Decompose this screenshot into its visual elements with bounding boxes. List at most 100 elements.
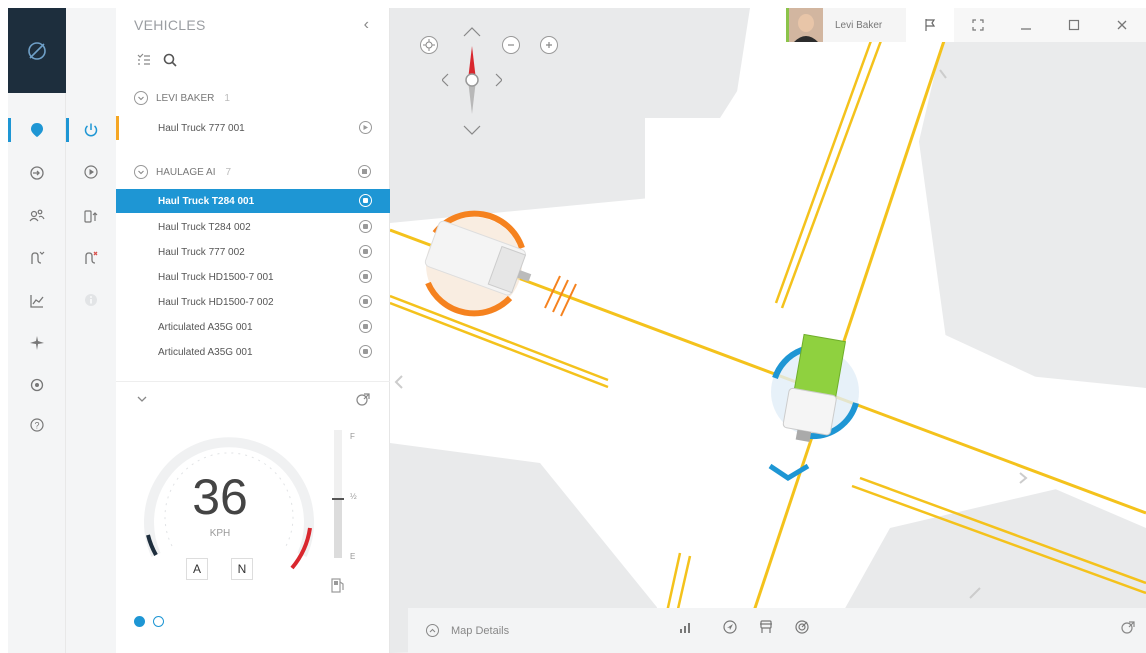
plus-icon bbox=[546, 42, 552, 48]
vehicle-name: Haul Truck T284 002 bbox=[158, 221, 251, 233]
speedometer-toggle[interactable] bbox=[136, 391, 148, 407]
vehicle-name: Articulated A35G 001 bbox=[158, 346, 253, 358]
signal-button[interactable] bbox=[676, 617, 696, 637]
locate-button[interactable] bbox=[420, 36, 438, 54]
pan-up-icon bbox=[463, 27, 481, 37]
compass-rose[interactable] bbox=[442, 22, 502, 142]
chevron-down-icon bbox=[134, 91, 148, 105]
main-nav-rail: ? bbox=[8, 8, 66, 653]
zoom-in-button[interactable] bbox=[540, 36, 558, 54]
pause-icon bbox=[363, 299, 368, 304]
panel-divider bbox=[116, 381, 390, 382]
app-logo bbox=[8, 8, 66, 93]
rail-item-route[interactable] bbox=[8, 243, 66, 273]
vehicle-name: Articulated A35G 001 bbox=[158, 321, 253, 333]
pause-state-button[interactable] bbox=[359, 245, 372, 258]
zoom-out-button[interactable] bbox=[502, 36, 520, 54]
maximize-icon[interactable] bbox=[1068, 19, 1080, 31]
rail-item-users[interactable] bbox=[8, 201, 66, 231]
group-header-haulage-ai[interactable]: HAULAGE AI 7 bbox=[134, 162, 231, 182]
mode-auto-button[interactable]: A bbox=[186, 558, 208, 580]
vehicle-row[interactable]: Haul Truck 777 002 bbox=[116, 240, 390, 264]
info-button[interactable] bbox=[66, 285, 116, 315]
power-icon bbox=[84, 123, 98, 137]
fuel-empty-label: E bbox=[350, 552, 356, 561]
map-view[interactable] bbox=[390, 8, 1146, 653]
user-avatar-icon bbox=[789, 8, 823, 42]
pause-state-button[interactable] bbox=[359, 270, 372, 283]
minimize-icon[interactable] bbox=[1020, 19, 1032, 31]
navigation-button[interactable] bbox=[720, 617, 740, 637]
rail-item-flight[interactable] bbox=[8, 328, 66, 358]
vehicle-name: Haul Truck HD1500-7 002 bbox=[158, 296, 274, 308]
close-icon[interactable] bbox=[1116, 19, 1128, 31]
radar-icon bbox=[795, 620, 809, 634]
play-button[interactable] bbox=[66, 157, 116, 187]
route-alert-icon bbox=[85, 251, 98, 264]
rail-item-help[interactable]: ? bbox=[8, 410, 66, 440]
group-header-levi-baker[interactable]: LEVI BAKER 1 bbox=[134, 88, 230, 108]
vehicle-row-selected[interactable]: Haul Truck T284 001 bbox=[116, 189, 390, 213]
users-icon bbox=[29, 209, 45, 222]
group-stop-button[interactable] bbox=[358, 165, 371, 178]
speedometer-share-button[interactable] bbox=[355, 391, 371, 410]
radar-button[interactable] bbox=[792, 617, 812, 637]
map-details-toggle[interactable]: Map Details bbox=[426, 624, 509, 637]
panel-toolbar bbox=[136, 52, 178, 68]
rail-item-settings[interactable] bbox=[8, 370, 66, 400]
rail-item-login[interactable] bbox=[8, 158, 66, 188]
vehicle-row[interactable]: Haul Truck 777 001 bbox=[116, 116, 390, 140]
minus-icon bbox=[508, 44, 514, 46]
vehicle-icon bbox=[760, 620, 772, 633]
vehicle-row[interactable]: Articulated A35G 001 bbox=[116, 340, 390, 364]
pause-state-button[interactable] bbox=[359, 295, 372, 308]
vehicle-name: Haul Truck T284 001 bbox=[158, 195, 255, 207]
pager-dot-1[interactable] bbox=[134, 616, 145, 627]
chevron-up-icon bbox=[426, 624, 439, 637]
panel-title: VEHICLES bbox=[134, 17, 206, 33]
group-name: HAULAGE AI bbox=[156, 166, 216, 178]
vehicle-row[interactable]: Haul Truck T284 002 bbox=[116, 215, 390, 239]
flag-button[interactable] bbox=[906, 8, 954, 42]
pause-state-button[interactable] bbox=[359, 220, 372, 233]
chart-icon bbox=[30, 295, 44, 308]
pause-state-button[interactable] bbox=[359, 194, 372, 207]
chevron-left-icon: ‹ bbox=[363, 16, 369, 33]
panel-collapse-button[interactable]: ‹ bbox=[364, 16, 369, 34]
pager-dot-2[interactable] bbox=[153, 616, 164, 627]
map-navigation-pad bbox=[410, 22, 570, 142]
fuel-gauge bbox=[332, 430, 344, 558]
settings-icon bbox=[30, 378, 44, 392]
vehicle-row[interactable]: Articulated A35G 001 bbox=[116, 315, 390, 339]
filter-list-icon[interactable] bbox=[136, 52, 152, 68]
vehicle-button[interactable] bbox=[756, 617, 776, 637]
vehicle-name: Haul Truck 777 002 bbox=[158, 246, 245, 258]
vehicle-row[interactable]: Haul Truck HD1500-7 001 bbox=[116, 265, 390, 289]
search-icon[interactable] bbox=[162, 52, 178, 68]
crosshair-icon bbox=[423, 39, 435, 51]
pause-state-button[interactable] bbox=[359, 345, 372, 358]
mode-neutral-button[interactable]: N bbox=[231, 558, 253, 580]
power-button[interactable] bbox=[66, 115, 116, 145]
map-share-button[interactable] bbox=[1118, 617, 1138, 637]
svg-text:?: ? bbox=[34, 421, 39, 431]
route-alert-button[interactable] bbox=[66, 243, 116, 273]
panel-pager bbox=[134, 616, 164, 627]
fuel-gauge-marker bbox=[332, 498, 344, 501]
map-bottom-bar: Map Details bbox=[408, 608, 1146, 653]
rail-item-map[interactable] bbox=[8, 115, 66, 145]
vehicle-row[interactable]: Haul Truck HD1500-7 002 bbox=[116, 290, 390, 314]
pause-icon bbox=[363, 274, 368, 279]
avatar bbox=[789, 8, 823, 42]
route-icon bbox=[31, 251, 45, 264]
share-icon bbox=[1121, 621, 1135, 634]
pause-state-button[interactable] bbox=[359, 320, 372, 333]
vehicle-upload-button[interactable] bbox=[66, 201, 116, 231]
rail-item-analytics[interactable] bbox=[8, 286, 66, 316]
share-icon bbox=[356, 393, 370, 406]
chevron-down-icon bbox=[137, 396, 147, 402]
user-chip[interactable]: Levi Baker bbox=[786, 8, 906, 42]
pan-left-icon bbox=[442, 73, 449, 87]
fullscreen-icon[interactable] bbox=[972, 19, 984, 31]
play-state-button[interactable] bbox=[359, 121, 372, 134]
